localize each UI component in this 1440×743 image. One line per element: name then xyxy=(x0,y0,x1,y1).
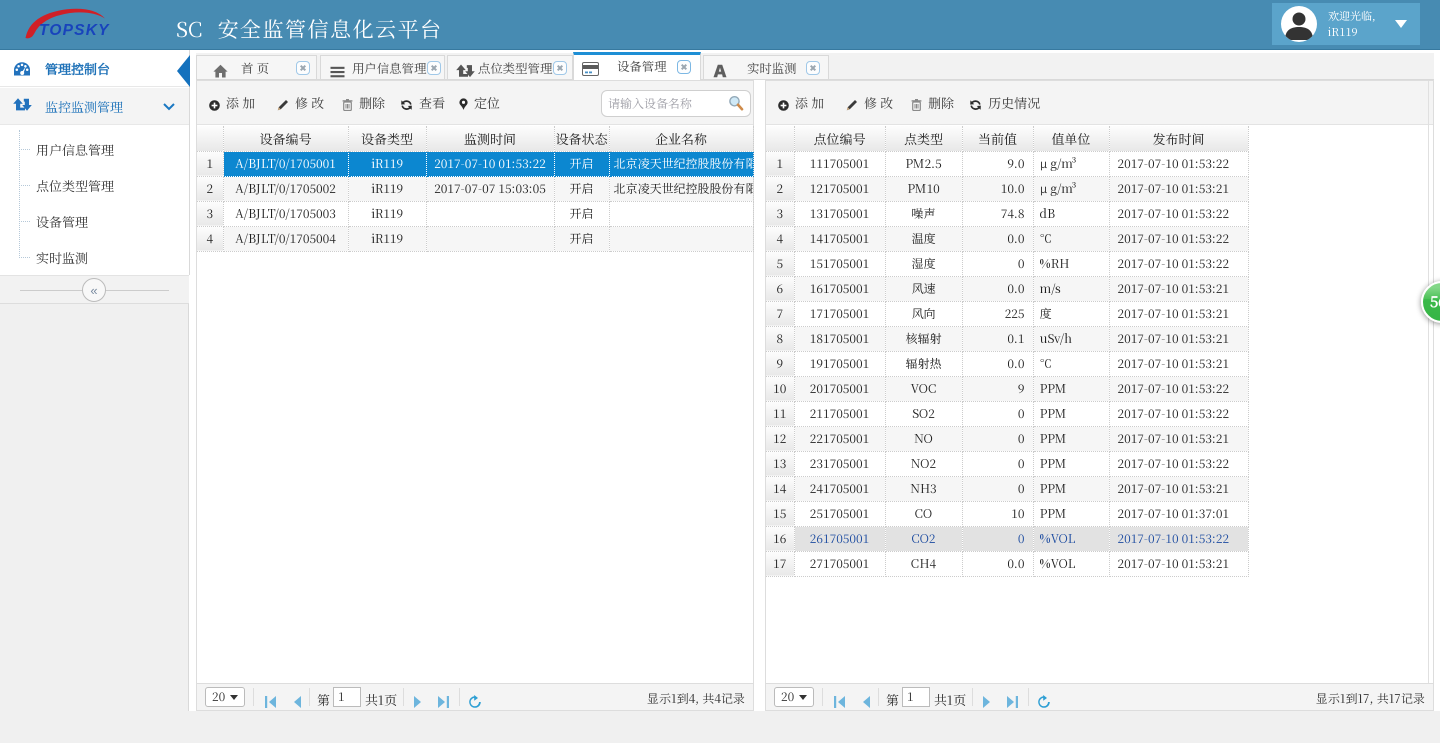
svg-text:TOPSKY: TOPSKY xyxy=(39,22,110,39)
